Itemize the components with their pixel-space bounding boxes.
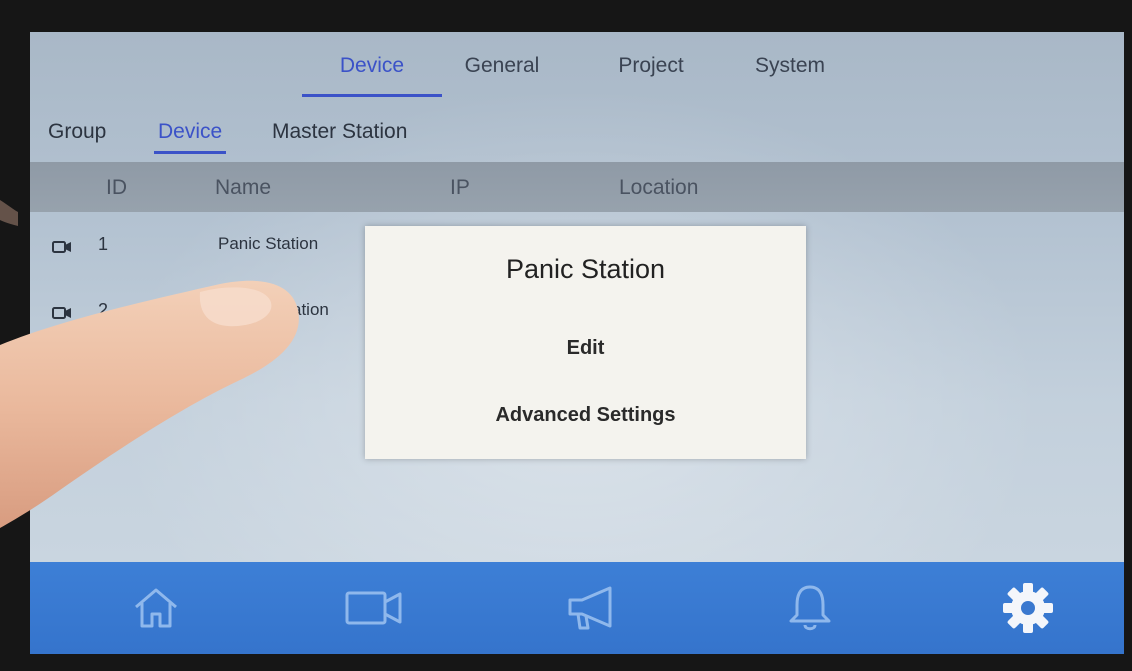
subtab-device[interactable]: Device — [154, 120, 227, 154]
nav-broadcast-button[interactable] — [532, 562, 652, 654]
tab-system-label: System — [754, 54, 825, 77]
sub-tab-bar: Group Device Master Station — [30, 112, 1124, 160]
tab-general-label: General — [464, 54, 540, 77]
bottom-nav-bar — [30, 562, 1124, 654]
home-icon — [135, 588, 177, 628]
row-id: 2 — [98, 300, 109, 320]
nav-home-button[interactable] — [96, 562, 216, 654]
camera-icon — [52, 240, 72, 259]
subtab-group[interactable]: Group — [48, 120, 106, 144]
subtab-group-label: Group — [48, 120, 107, 143]
gear-icon — [1003, 583, 1053, 633]
table-header: ID Name IP Location — [30, 162, 1124, 212]
nav-alarm-button[interactable] — [750, 562, 870, 654]
bell-icon — [789, 585, 831, 631]
row-id: 1 — [98, 234, 109, 254]
subtab-master-station[interactable]: Master Station — [272, 120, 407, 144]
edit-option-button[interactable]: Edit — [405, 326, 766, 370]
row-name: Panic Station — [218, 234, 319, 253]
nav-settings-button[interactable] — [968, 562, 1088, 654]
tab-active-underline — [302, 94, 442, 97]
touch-screen: Device General Project System Group Devi… — [30, 32, 1124, 654]
column-header-ip: IP — [450, 176, 470, 199]
subtab-device-label: Device — [158, 120, 223, 143]
row-name: ation — [292, 300, 329, 319]
tab-device-label: Device — [339, 54, 405, 77]
top-tab-bar: Device General Project System — [30, 32, 1124, 100]
subtab-master-station-label: Master Station — [272, 120, 408, 143]
nav-camera-button[interactable] — [314, 562, 434, 654]
tab-project[interactable]: Project — [596, 54, 706, 94]
tab-device[interactable]: Device — [302, 54, 442, 97]
device-options-dialog: Panic Station Edit Advanced Settings — [365, 226, 806, 459]
dialog-title: Panic Station — [505, 254, 666, 284]
tab-system[interactable]: System — [735, 54, 845, 94]
camera-icon — [52, 306, 72, 325]
megaphone-icon — [568, 586, 612, 630]
advanced-settings-option-button[interactable]: Advanced Settings — [405, 393, 766, 437]
device-bezel: Device General Project System Group Devi… — [0, 0, 1132, 671]
column-header-name: Name — [215, 176, 272, 199]
column-header-location: Location — [619, 176, 699, 199]
subtab-active-underline — [154, 151, 227, 154]
tab-project-label: Project — [618, 54, 684, 77]
tab-general[interactable]: General — [442, 54, 562, 94]
column-header-id: ID — [106, 176, 127, 199]
camera-icon — [345, 591, 402, 625]
